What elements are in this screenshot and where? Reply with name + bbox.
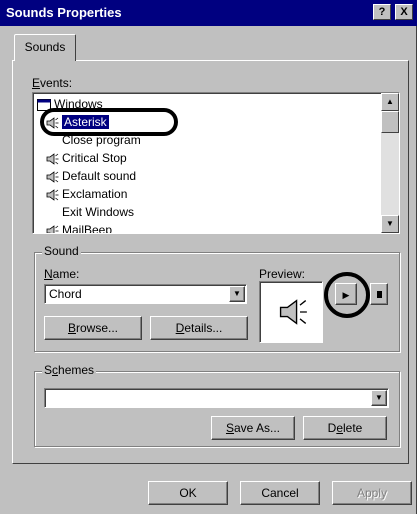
chevron-down-icon[interactable]: ▼ xyxy=(229,286,245,302)
stop-icon xyxy=(376,291,382,298)
scroll-thumb[interactable] xyxy=(381,111,399,133)
name-combobox[interactable]: Chord ▼ xyxy=(44,284,247,304)
list-item-label: Exclamation xyxy=(62,187,128,201)
details-button[interactable]: Details... xyxy=(150,316,248,340)
chevron-down-icon[interactable]: ▼ xyxy=(371,390,387,406)
preview-label: Preview: xyxy=(259,267,306,281)
scroll-up-arrow-icon[interactable]: ▲ xyxy=(381,93,399,111)
title-bar[interactable]: Sounds Properties ? X xyxy=(0,0,417,26)
window-title: Sounds Properties xyxy=(6,5,122,20)
play-icon: ▶ xyxy=(342,290,350,300)
speaker-icon xyxy=(46,153,59,165)
speaker-icon xyxy=(46,117,59,129)
speaker-icon xyxy=(279,299,307,325)
list-item-asterisk[interactable]: Asterisk xyxy=(45,113,109,131)
list-item-exclamation[interactable]: Exclamation xyxy=(45,185,127,203)
events-list[interactable]: Windows Asterisk Close program Critical … xyxy=(32,92,400,234)
list-item-label: Critical Stop xyxy=(62,151,127,165)
list-item-label: MailBeep xyxy=(62,223,113,234)
list-item-default-sound[interactable]: Default sound xyxy=(45,167,136,185)
preview-box xyxy=(259,281,323,343)
apply-button[interactable]: Apply xyxy=(332,481,412,505)
list-item-critical-stop[interactable]: Critical Stop xyxy=(45,149,127,167)
speaker-icon xyxy=(46,225,59,233)
scroll-down-arrow-icon[interactable]: ▼ xyxy=(381,215,399,233)
speaker-icon xyxy=(46,171,59,183)
ok-button[interactable]: OK xyxy=(148,481,228,505)
list-item-close-program[interactable]: Close program xyxy=(62,131,141,149)
sounds-properties-window: Sounds Properties ? X Sounds Events: Win… xyxy=(0,0,417,514)
list-item-label: Close program xyxy=(62,133,141,147)
speaker-icon xyxy=(46,189,59,201)
name-value: Chord xyxy=(49,287,82,301)
cancel-button[interactable]: Cancel xyxy=(240,481,320,505)
browse-button[interactable]: Browse... xyxy=(44,316,142,340)
delete-button[interactable]: Delete xyxy=(303,416,387,440)
name-label: Name: xyxy=(44,267,80,281)
list-item-label: Default sound xyxy=(62,169,137,183)
schemes-combobox[interactable]: ▼ xyxy=(44,388,389,408)
sound-group-label: Sound xyxy=(42,244,81,258)
list-item-label: Exit Windows xyxy=(62,205,135,219)
tab-sounds[interactable]: Sounds xyxy=(14,34,76,61)
schemes-group-label: Schemes xyxy=(42,363,97,377)
list-item-label: Windows xyxy=(54,97,103,111)
stop-button[interactable] xyxy=(370,283,388,305)
list-item-windows[interactable]: Windows xyxy=(37,95,103,113)
tab-sounds-label: Sounds xyxy=(24,40,66,54)
list-item-label: Asterisk xyxy=(62,115,109,129)
play-button[interactable]: ▶ xyxy=(335,283,357,305)
help-button[interactable]: ? xyxy=(373,4,391,20)
windows-folder-icon xyxy=(37,98,51,111)
close-button[interactable]: X xyxy=(395,4,413,20)
events-scrollbar[interactable]: ▲ ▼ xyxy=(381,93,399,233)
events-label: Events: xyxy=(32,76,73,90)
list-item-exit-windows[interactable]: Exit Windows xyxy=(62,203,134,221)
save-as-button[interactable]: Save As... xyxy=(211,416,295,440)
list-item-mailbeep[interactable]: MailBeep xyxy=(45,221,113,234)
